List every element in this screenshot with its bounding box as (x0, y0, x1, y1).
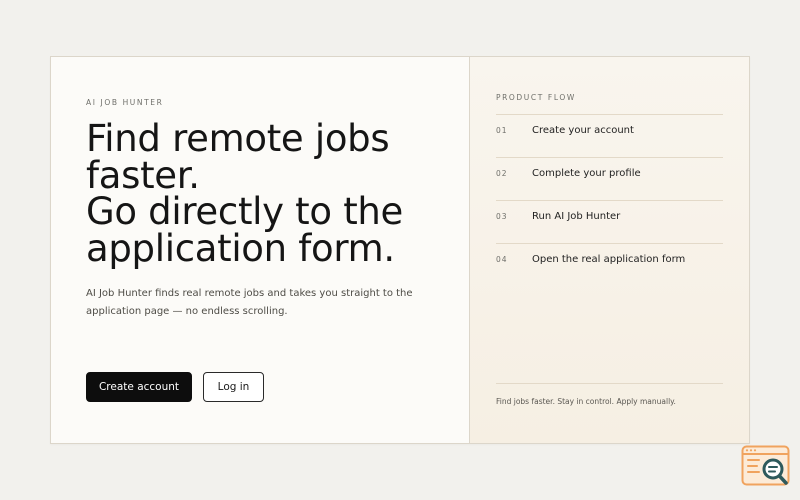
login-button[interactable]: Log in (203, 372, 264, 402)
step-number: 01 (496, 126, 508, 135)
headline-line: Go directly to the (86, 190, 404, 233)
step-number: 02 (496, 169, 508, 178)
headline-line: Find remote jobs (86, 117, 390, 160)
flow-step: 03 Run AI Job Hunter (496, 200, 723, 243)
product-flow-title: PRODUCT FLOW (496, 93, 576, 102)
page-title: Find remote jobs faster. Go directly to … (86, 117, 456, 270)
flow-step: 04 Open the real application form (496, 243, 723, 286)
product-flow-panel: PRODUCT FLOW 01 Create your account 02 C… (470, 57, 749, 443)
create-account-button[interactable]: Create account (86, 372, 192, 402)
hero-description: AI Job Hunter finds real remote jobs and… (86, 288, 413, 317)
step-number: 03 (496, 212, 508, 221)
browser-search-icon[interactable] (741, 445, 791, 489)
divider (496, 383, 723, 384)
flow-step: 02 Complete your profile (496, 157, 723, 200)
step-label: Complete your profile (532, 168, 641, 179)
hero-panel: AI JOB HUNTER Find remote jobs faster. G… (51, 57, 470, 443)
step-label: Create your account (532, 125, 634, 136)
panel-footer-text: Find jobs faster. Stay in control. Apply… (496, 397, 676, 406)
step-label: Open the real application form (532, 254, 686, 265)
landing-card: AI JOB HUNTER Find remote jobs faster. G… (50, 56, 750, 444)
headline-line: faster. (86, 153, 200, 197)
step-label: Run AI Job Hunter (532, 211, 621, 222)
step-number: 04 (496, 255, 508, 264)
brand-eyebrow: AI JOB HUNTER (86, 98, 164, 107)
flow-step: 01 Create your account (496, 114, 723, 157)
product-flow-steps: 01 Create your account 02 Complete your … (496, 114, 723, 286)
headline-line: application form. (86, 226, 395, 270)
